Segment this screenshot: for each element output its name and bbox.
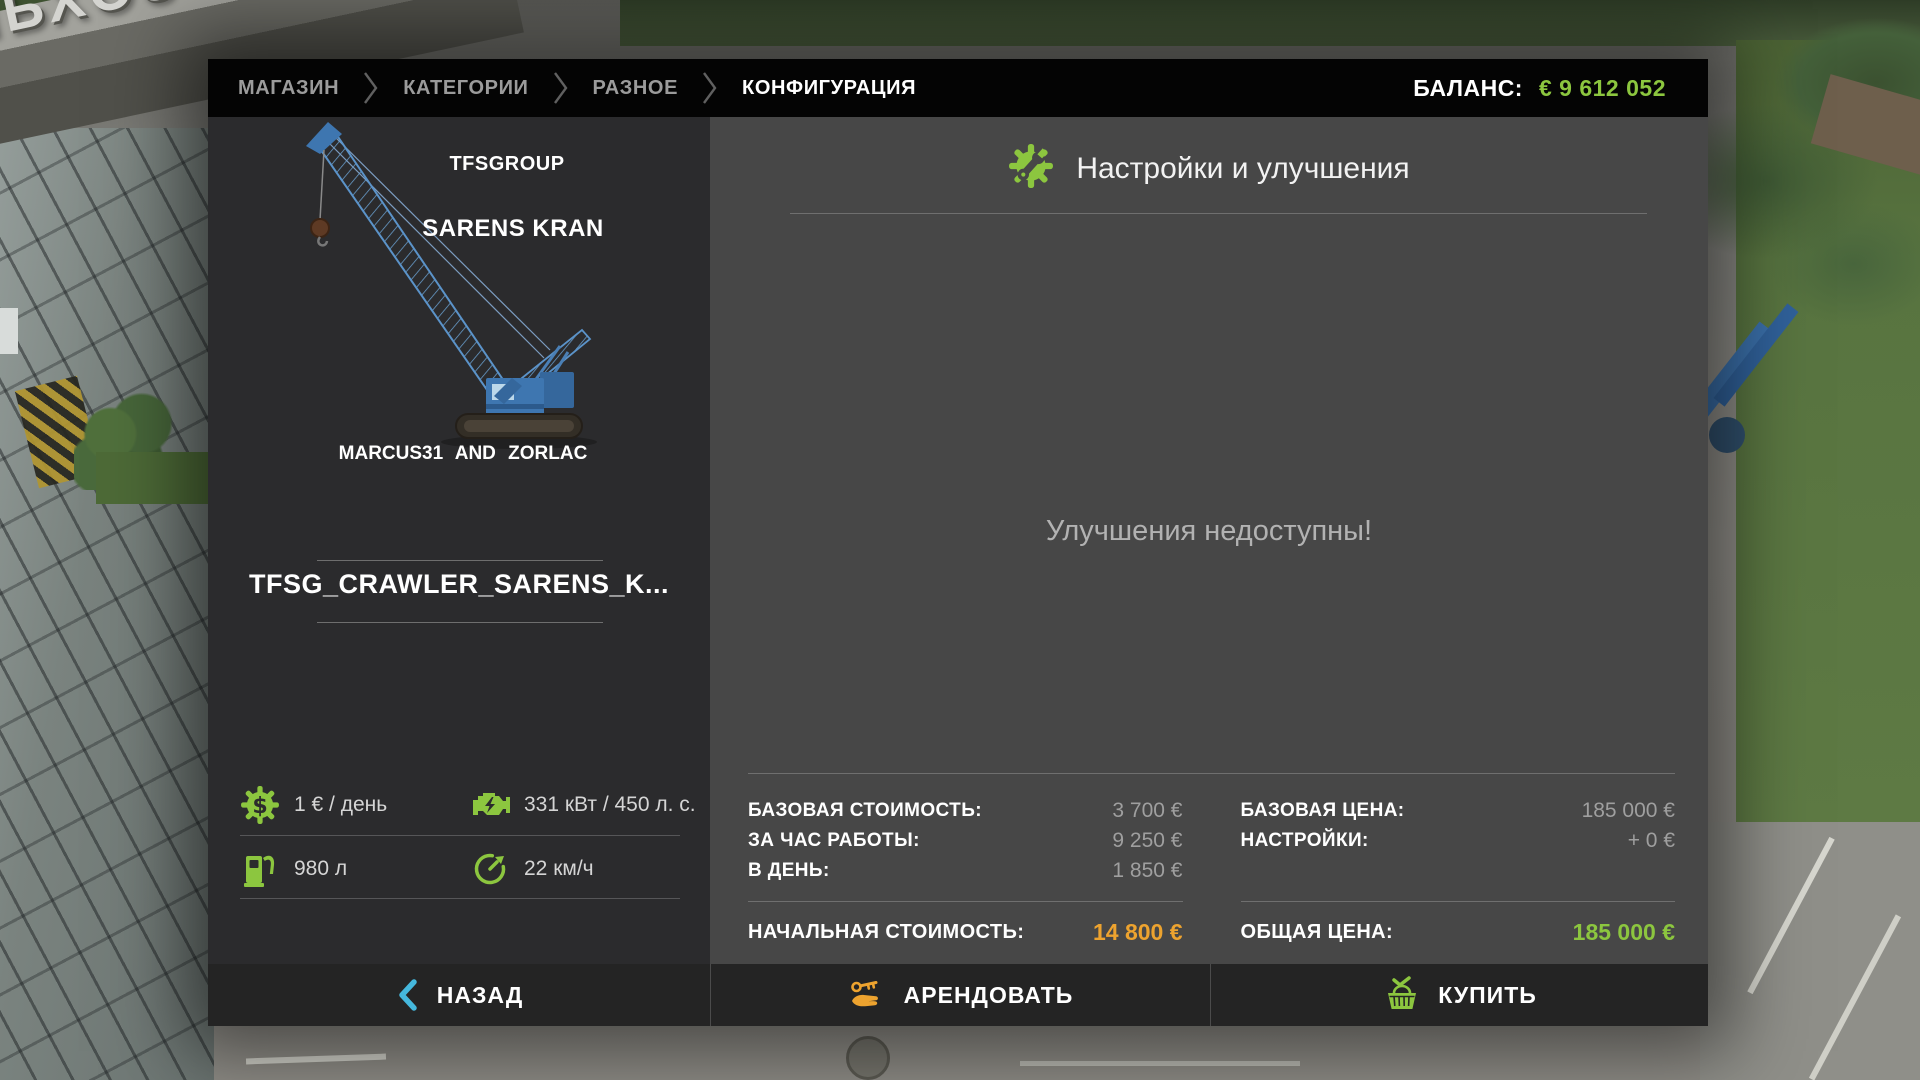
stat-value: 22 км/ч — [524, 857, 594, 881]
lease-button-label: АРЕНДОВАТЬ — [904, 982, 1074, 1009]
config-header: Настройки и улучшения — [710, 143, 1708, 194]
total-value: 14 800 € — [1093, 919, 1183, 946]
stat-fuel: 980 л — [240, 847, 347, 891]
divider — [317, 622, 603, 623]
action-bar: НАЗАД АРЕНДОВАТЬ — [208, 964, 1708, 1026]
engine-icon — [470, 785, 510, 825]
breadcrumb: МАГАЗИН КАТЕГОРИИ РАЗНОЕ КОНФИГУРАЦИЯ — [238, 71, 916, 105]
divider — [748, 773, 1675, 774]
cost-row: НАСТРОЙКИ: + 0 € — [1241, 826, 1676, 856]
blue-machine — [1703, 295, 1798, 480]
parking-line — [246, 1054, 386, 1065]
total-price-row: ОБЩАЯ ЦЕНА: 185 000 € — [1241, 908, 1676, 956]
chevron-left-icon — [395, 979, 421, 1011]
back-button-label: НАЗАД — [437, 982, 523, 1009]
shop-config-dialog: МАГАЗИН КАТЕГОРИИ РАЗНОЕ КОНФИГУРАЦИЯ БА… — [208, 59, 1708, 1026]
gear-dollar-icon: $ — [240, 785, 280, 825]
cost-label: НАСТРОЙКИ: — [1241, 830, 1369, 852]
vehicle-brand-line1: TFSGROUP — [377, 153, 637, 176]
divider — [240, 898, 680, 899]
cost-value: + 0 € — [1628, 829, 1675, 853]
vehicle-brand-line2: SARENS KRAN — [373, 215, 653, 243]
breadcrumb-item-categories[interactable]: КАТЕГОРИИ — [403, 77, 528, 100]
manhole-cover — [846, 1036, 890, 1080]
operating-costs-column: БАЗОВАЯ СТОИМОСТЬ: 3 700 € ЗА ЧАС РАБОТЫ… — [748, 796, 1183, 956]
breadcrumb-item-configuration: КОНФИГУРАЦИЯ — [742, 77, 916, 100]
grass-strip — [96, 452, 214, 504]
concrete-right — [1700, 822, 1920, 1080]
vehicle-credits: MARCUS31 AND ZORLAC — [308, 443, 618, 465]
divider — [790, 213, 1647, 214]
parking-line — [1020, 1061, 1300, 1066]
cost-label: ЗА ЧАС РАБОТЫ: — [748, 830, 920, 852]
total-label: НАЧАЛЬНАЯ СТОИМОСТЬ: — [748, 921, 1024, 944]
stat-value: 980 л — [294, 857, 347, 881]
buy-button[interactable]: КУПИТЬ — [1210, 964, 1708, 1026]
cost-row: БАЗОВАЯ СТОИМОСТЬ: 3 700 € — [748, 796, 1183, 826]
cost-value: 3 700 € — [1112, 799, 1182, 823]
chevron-right-icon — [553, 71, 569, 105]
no-upgrades-message: Улучшения недоступны! — [710, 515, 1708, 548]
stat-value: 331 кВт / 450 л. с. — [524, 793, 696, 817]
balance-display: БАЛАНС: € 9 612 052 — [1413, 75, 1666, 102]
chevron-right-icon — [702, 71, 718, 105]
stat-maintenance: $ 1 € / день — [240, 783, 387, 827]
cost-summary: БАЗОВАЯ СТОИМОСТЬ: 3 700 € ЗА ЧАС РАБОТЫ… — [748, 773, 1675, 956]
initial-cost-row: НАЧАЛЬНАЯ СТОИМОСТЬ: 14 800 € — [748, 908, 1183, 956]
config-title: Настройки и улучшения — [1076, 152, 1409, 186]
vehicle-name: TFSG_CRAWLER_SARENS_K... — [218, 569, 700, 600]
cost-label: БАЗОВАЯ СТОИМОСТЬ: — [748, 800, 982, 822]
shop-header-bar: МАГАЗИН КАТЕГОРИИ РАЗНОЕ КОНФИГУРАЦИЯ БА… — [208, 59, 1708, 117]
chevron-right-icon — [363, 71, 379, 105]
cost-value: 9 250 € — [1112, 829, 1182, 853]
cost-row: БАЗОВАЯ ЦЕНА: 185 000 € — [1241, 796, 1676, 826]
breadcrumb-item-misc[interactable]: РАЗНОЕ — [593, 77, 679, 100]
divider — [317, 560, 603, 561]
hand-key-icon — [848, 975, 888, 1015]
back-button[interactable]: НАЗАД — [208, 964, 710, 1026]
fuel-pump-icon — [240, 849, 280, 889]
cost-value: 1 850 € — [1112, 859, 1182, 883]
glass-facade — [0, 128, 214, 1080]
cost-row: В ДЕНЬ: 1 850 € — [748, 856, 1183, 886]
cost-label: БАЗОВАЯ ЦЕНА: — [1241, 800, 1405, 822]
total-value: 185 000 € — [1573, 919, 1675, 946]
farm-building: ЕЛЬХОЗ — [0, 0, 214, 1080]
balance-label: БАЛАНС: — [1413, 75, 1523, 102]
divider — [748, 901, 1183, 902]
speedometer-icon — [470, 849, 510, 889]
divider — [240, 835, 680, 836]
screen: ЕЛЬХОЗ МАГАЗИН КАТЕГОРИИ РАЗНОЕ — [0, 0, 1920, 1080]
balance-value: € 9 612 052 — [1539, 75, 1666, 102]
cost-label: В ДЕНЬ: — [748, 860, 830, 882]
purchase-price-column: БАЗОВАЯ ЦЕНА: 185 000 € НАСТРОЙКИ: + 0 € — [1241, 796, 1676, 956]
configuration-panel: Настройки и улучшения Улучшения недоступ… — [710, 117, 1708, 964]
buy-button-label: КУПИТЬ — [1438, 982, 1537, 1009]
cost-row: ЗА ЧАС РАБОТЫ: 9 250 € — [748, 826, 1183, 856]
stat-power: 331 кВт / 450 л. с. — [470, 783, 696, 827]
divider — [1241, 901, 1676, 902]
building-sign: ЕЛЬХОЗ — [0, 0, 186, 63]
gear-wrench-icon — [1008, 143, 1054, 194]
cost-value: 185 000 € — [1582, 799, 1675, 823]
breadcrumb-item-shop[interactable]: МАГАЗИН — [238, 77, 339, 100]
lease-button[interactable]: АРЕНДОВАТЬ — [710, 964, 1210, 1026]
shop-body: TFSGROUP SARENS KRAN MARCUS31 AND ZORLAC… — [208, 117, 1708, 964]
stat-value: 1 € / день — [294, 793, 387, 817]
stat-speed: 22 км/ч — [470, 847, 594, 891]
svg-text:$: $ — [252, 793, 267, 819]
basket-check-icon — [1382, 975, 1422, 1015]
vehicle-preview-panel: TFSGROUP SARENS KRAN MARCUS31 AND ZORLAC… — [208, 117, 710, 964]
total-label: ОБЩАЯ ЦЕНА: — [1241, 921, 1394, 944]
white-window — [0, 308, 18, 354]
